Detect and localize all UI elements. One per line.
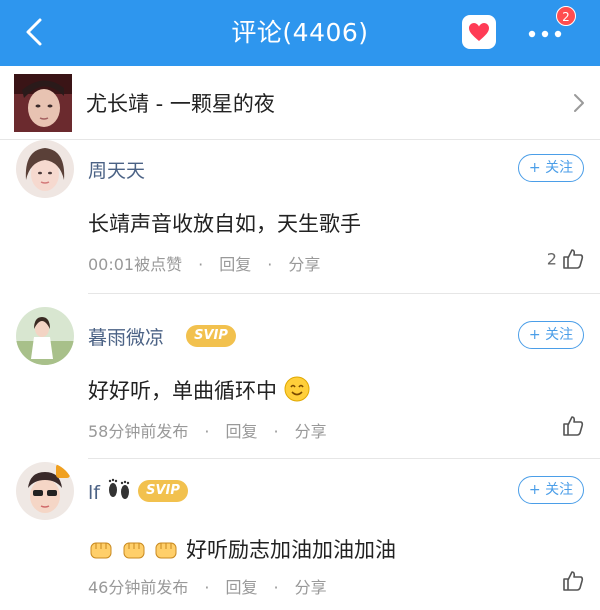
avatar[interactable] bbox=[16, 140, 74, 198]
comment-text-value: 好好听，单曲循环中 bbox=[88, 379, 277, 403]
comment-item: 周天天 + 关注 长靖声音收放自如，天生歌手 00:01被点赞 · 回复 · 分享 2 bbox=[0, 140, 600, 295]
heart-icon bbox=[469, 23, 489, 41]
like-button[interactable]: 2 bbox=[547, 248, 584, 270]
username[interactable]: lf bbox=[88, 478, 132, 504]
reply-link[interactable]: 回复 bbox=[219, 251, 251, 275]
comment-text-value: 好听励志加油加油加油 bbox=[186, 538, 397, 562]
share-link[interactable]: 分享 bbox=[295, 418, 327, 442]
svip-badge: SVIP bbox=[138, 480, 188, 502]
share-link[interactable]: 分享 bbox=[288, 251, 320, 275]
follow-button[interactable]: + 关注 bbox=[518, 321, 584, 349]
follow-button[interactable]: + 关注 bbox=[518, 154, 584, 182]
username[interactable]: 周天天 bbox=[88, 156, 145, 183]
smile-emoji-icon bbox=[284, 376, 310, 402]
comment-meta: 46分钟前发布 · 回复 · 分享 bbox=[88, 574, 327, 598]
separator-dot: · bbox=[204, 422, 210, 441]
comment-time: 46分钟前发布 bbox=[88, 578, 189, 597]
comment-time: 58分钟前发布 bbox=[88, 422, 189, 441]
comment-divider bbox=[88, 458, 600, 459]
comment-text: 好好听，单曲循环中 bbox=[88, 375, 310, 405]
more-dots-icon bbox=[528, 30, 562, 38]
song-row[interactable]: 尤长靖 - 一颗星的夜 bbox=[0, 66, 600, 140]
footprints-emoji-icon bbox=[108, 478, 130, 499]
like-song-button[interactable] bbox=[462, 15, 496, 49]
reply-link[interactable]: 回复 bbox=[225, 418, 257, 442]
top-bar: 评论(4406) 2 bbox=[0, 0, 600, 66]
thumbs-up-icon bbox=[563, 571, 584, 591]
separator-dot: · bbox=[204, 578, 210, 597]
comment-item: lf SVIP + 关注 好听励志加油加油加油 46分钟前发布 · 回复 · 分享 bbox=[0, 460, 600, 610]
comment-text: 好听励志加油加油加油 bbox=[88, 534, 396, 564]
separator-dot: · bbox=[273, 422, 279, 441]
svip-badge: SVIP bbox=[186, 325, 236, 347]
reply-link[interactable]: 回复 bbox=[225, 574, 257, 598]
fist-emoji-icon bbox=[123, 542, 145, 559]
comment-meta: 58分钟前发布 · 回复 · 分享 bbox=[88, 418, 327, 442]
like-count: 2 bbox=[546, 249, 557, 269]
username[interactable]: 暮雨微凉 bbox=[88, 323, 164, 350]
username-text: lf bbox=[88, 482, 100, 504]
follow-button[interactable]: + 关注 bbox=[518, 476, 584, 504]
chevron-right-icon bbox=[574, 94, 584, 112]
separator-dot: · bbox=[267, 255, 273, 274]
comment-meta: 00:01被点赞 · 回复 · 分享 bbox=[88, 251, 320, 275]
song-cover-image bbox=[14, 74, 72, 132]
comment-divider bbox=[88, 293, 600, 294]
like-button[interactable] bbox=[562, 570, 584, 592]
thumbs-up-icon bbox=[563, 249, 584, 269]
avatar[interactable] bbox=[16, 307, 74, 365]
comment-text: 长靖声音收放自如，天生歌手 bbox=[88, 212, 361, 236]
notification-badge: 2 bbox=[556, 6, 576, 26]
share-link[interactable]: 分享 bbox=[295, 574, 327, 598]
separator-dot: · bbox=[198, 255, 204, 274]
fist-emoji-icon bbox=[155, 542, 177, 559]
avatar[interactable] bbox=[16, 462, 74, 520]
thumbs-up-icon bbox=[563, 416, 584, 436]
comment-time: 00:01被点赞 bbox=[88, 255, 183, 274]
song-title: 尤长靖 - 一颗星的夜 bbox=[86, 92, 275, 116]
fist-emoji-icon bbox=[90, 542, 112, 559]
page-title: 评论(4406) bbox=[231, 18, 369, 47]
like-button[interactable] bbox=[562, 415, 584, 437]
separator-dot: · bbox=[273, 578, 279, 597]
comment-item: 暮雨微凉 SVIP + 关注 好好听，单曲循环中 58分钟前发布 · 回复 · 分享 bbox=[0, 305, 600, 460]
